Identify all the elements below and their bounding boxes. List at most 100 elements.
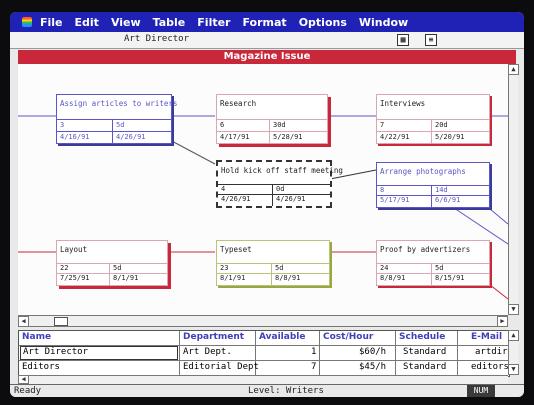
screen: File Edit View Table Filter Format Optio…: [10, 12, 524, 397]
resource-name-cell[interactable]: Editors: [22, 362, 60, 372]
scroll-right-icon[interactable]: ▶: [497, 316, 508, 327]
task-id: 3: [60, 121, 65, 129]
scroll-down-icon[interactable]: ▼: [508, 364, 519, 375]
task-start: 5/17/91: [380, 196, 410, 204]
task-id: 22: [60, 264, 69, 272]
scroll-up-icon[interactable]: ▲: [508, 64, 519, 75]
window-title-bar[interactable]: Magazine Issue: [18, 50, 516, 64]
task-start: 4/22/91: [380, 133, 410, 141]
list-icon[interactable]: ≡: [425, 34, 437, 46]
task-end: 4/26/91: [116, 133, 146, 141]
menu-edit[interactable]: Edit: [75, 16, 99, 29]
task-start: 4/17/91: [220, 133, 250, 141]
table-row[interactable]: Editors Editorial Dept 7 $45/h Standard …: [19, 361, 509, 375]
schedule-cell: Standard: [403, 347, 447, 357]
task-end: 8/1/91: [113, 274, 139, 282]
column-header[interactable]: Cost/Hour: [323, 332, 373, 342]
schedule-cell: Standard: [403, 362, 447, 372]
task-id: 6: [220, 121, 225, 129]
task-start: 4/16/91: [60, 133, 90, 141]
task-name: Arrange photographs: [380, 167, 466, 176]
email-cell: artdir: [475, 347, 508, 357]
task-id: 8: [380, 186, 385, 194]
apple-menu-icon[interactable]: [22, 17, 32, 27]
table-horizontal-scrollbar[interactable]: ◀: [18, 375, 508, 384]
task-end: 6/6/91: [435, 196, 461, 204]
task-end: 5/20/91: [435, 133, 465, 141]
calendar-icon[interactable]: ▦: [397, 34, 409, 46]
task-duration: 14d: [435, 186, 448, 194]
chart-horizontal-scrollbar[interactable]: ◀ ▶: [18, 315, 508, 327]
task-end: 5/28/91: [273, 133, 303, 141]
task-box[interactable]: Hold kick off staff meeting 4 0d 4/26/91…: [216, 160, 343, 208]
menu-table[interactable]: Table: [153, 16, 186, 29]
task-name: Layout: [60, 245, 88, 254]
task-box[interactable]: Research 6 30d 4/17/91 5/28/91: [216, 94, 328, 144]
cost-cell: $45/h: [359, 362, 387, 372]
table-vertical-scrollbar[interactable]: ▲ ▼: [508, 330, 519, 375]
menu-filter[interactable]: Filter: [197, 16, 230, 29]
task-box[interactable]: Assign articles to writers 3 5d 4/16/91 …: [56, 94, 177, 144]
num-lock-indicator: NUM: [467, 385, 495, 397]
scroll-down-icon[interactable]: ▼: [508, 304, 519, 315]
menu-view[interactable]: View: [111, 16, 141, 29]
scroll-left-icon[interactable]: ◀: [18, 375, 29, 384]
menu-options[interactable]: Options: [299, 16, 347, 29]
task-box[interactable]: Proof by advertizers 24 5d 8/8/91 8/15/9…: [376, 240, 490, 286]
task-id: 23: [220, 264, 229, 272]
task-name: Interviews: [380, 99, 426, 108]
task-box[interactable]: Arrange photographs 8 14d 5/17/91 6/6/91: [376, 162, 490, 208]
menu-format[interactable]: Format: [242, 16, 286, 29]
resource-table: Name Department Available Cost/Hour Sche…: [18, 330, 510, 377]
task-start: 7/25/91: [60, 274, 90, 282]
column-header[interactable]: E-Mail: [471, 332, 502, 342]
status-bar: Ready Level: Writers NUM: [10, 384, 524, 397]
task-duration: 30d: [273, 121, 286, 129]
resource-toolbar: Art Director ▦ ≡: [10, 32, 524, 49]
task-duration: 5d: [435, 264, 444, 272]
task-name: Research: [220, 99, 257, 108]
task-duration: 5d: [275, 264, 284, 272]
table-row[interactable]: Art Director Art Dept. 1 $60/h Standard …: [19, 346, 509, 360]
scroll-thumb[interactable]: [54, 317, 68, 326]
menu-file[interactable]: File: [40, 16, 63, 29]
cost-cell: $60/h: [359, 347, 387, 357]
available-cell: 1: [311, 347, 317, 357]
column-header[interactable]: Name: [22, 332, 51, 342]
task-duration: 0d: [276, 185, 285, 193]
task-name: Proof by advertizers: [380, 245, 471, 254]
task-id: 7: [380, 121, 385, 129]
column-header[interactable]: Available: [259, 332, 305, 342]
menu-bar: File Edit View Table Filter Format Optio…: [10, 12, 524, 32]
task-start: 8/1/91: [220, 274, 246, 282]
table-header-row: Name Department Available Cost/Hour Sche…: [19, 331, 509, 345]
task-id: 4: [221, 185, 226, 193]
task-duration: 20d: [435, 121, 448, 129]
task-box[interactable]: Typeset 23 5d 8/1/91 8/8/91: [216, 240, 330, 286]
task-name: Hold kick off staff meeting: [221, 166, 343, 175]
department-cell: Editorial Dept: [183, 362, 259, 372]
task-start: 8/8/91: [380, 274, 406, 282]
column-header[interactable]: Department: [183, 332, 244, 342]
task-id: 24: [380, 264, 389, 272]
available-cell: 7: [311, 362, 317, 372]
resource-name-field[interactable]: Art Director: [124, 34, 189, 44]
task-name: Assign articles to writers: [60, 99, 178, 108]
task-end: 8/15/91: [435, 274, 465, 282]
task-duration: 5d: [116, 121, 125, 129]
task-start: 4/26/91: [221, 195, 251, 203]
task-end: 4/26/91: [276, 195, 306, 203]
scroll-left-icon[interactable]: ◀: [18, 316, 29, 327]
column-header[interactable]: Schedule: [399, 332, 445, 342]
task-name: Typeset: [220, 245, 252, 254]
pert-chart: Assign articles to writers 3 5d 4/16/91 …: [18, 64, 508, 315]
status-level: Level: Writers: [248, 386, 324, 396]
menu-window[interactable]: Window: [359, 16, 408, 29]
email-cell: editors: [471, 362, 509, 372]
scroll-up-icon[interactable]: ▲: [508, 330, 519, 341]
chart-vertical-scrollbar[interactable]: ▲ ▼: [508, 64, 519, 315]
task-box[interactable]: Interviews 7 20d 4/22/91 5/20/91: [376, 94, 490, 144]
department-cell: Art Dept.: [183, 347, 232, 357]
resource-name-cell[interactable]: Art Director: [20, 346, 178, 360]
task-box[interactable]: Layout 22 5d 7/25/91 8/1/91: [56, 240, 168, 286]
